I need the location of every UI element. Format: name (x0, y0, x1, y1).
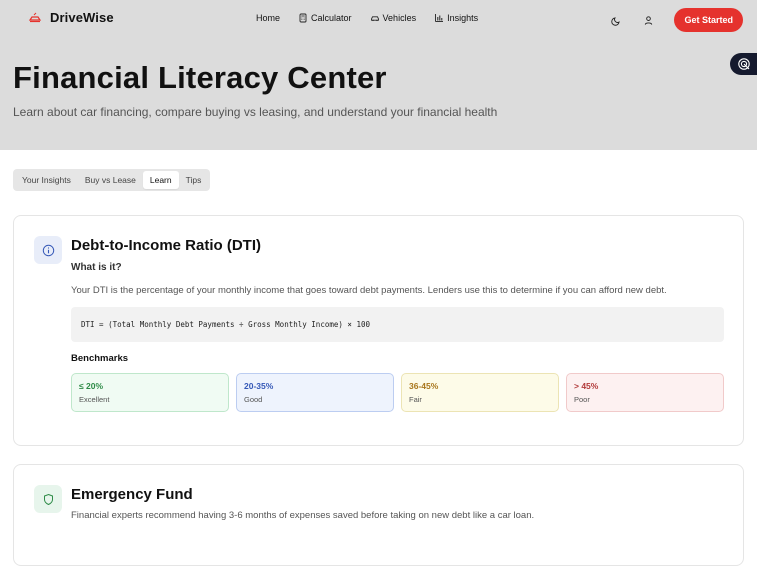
tab-bar: Your Insights Buy vs Lease Learn Tips (13, 169, 211, 191)
benchmark-label: Good (244, 395, 263, 404)
benchmark-label: Poor (574, 395, 590, 404)
brand-name: DriveWise (50, 10, 114, 25)
benchmarks-row: ≤ 20% Excellent 20-35% Good 36-45% Fair … (71, 373, 724, 412)
benchmark-range: 36-45% (409, 381, 439, 391)
nav-link-home[interactable]: Home (256, 13, 280, 23)
nav-link-label: Home (256, 13, 281, 23)
dti-description: Your DTI is the percentage of your month… (71, 285, 667, 296)
tab-your-insights[interactable]: Your Insights (15, 171, 78, 189)
emergency-title: Emergency Fund (71, 486, 193, 503)
benchmarks-label: Benchmarks (71, 353, 129, 364)
emergency-description: Financial experts recommend having 3-6 m… (71, 510, 535, 521)
benchmark-range: > 45% (574, 381, 599, 391)
account-button[interactable] (642, 14, 654, 26)
benchmark-label: Excellent (79, 395, 110, 404)
side-widget-button[interactable] (730, 53, 757, 75)
benchmark-range: 20-35% (244, 381, 274, 391)
info-icon (42, 244, 54, 256)
benchmark-label: Fair (409, 395, 422, 404)
logo-icon (28, 12, 42, 22)
bar-chart-icon (435, 14, 444, 22)
top-nav: DriveWise Home Calculator Vehicles Insig… (0, 0, 757, 40)
dti-formula: DTI = (Total Monthly Debt Payments ÷ Gro… (71, 307, 724, 342)
benchmark-range: ≤ 20% (79, 381, 104, 391)
benchmark-excellent: ≤ 20% Excellent (71, 373, 229, 412)
nav-link-insights[interactable]: Insights (434, 13, 478, 23)
benchmark-poor: > 45% Poor (566, 373, 724, 412)
nav-link-label: Calculator (311, 13, 352, 23)
user-icon (644, 15, 653, 25)
dti-icon-wrap (34, 236, 62, 264)
nav-link-label: Insights (447, 13, 479, 23)
nav-link-label: Vehicles (382, 13, 417, 23)
nav-link-calculator[interactable]: Calculator (298, 13, 352, 23)
benchmark-good: 20-35% Good (236, 373, 394, 412)
page-subtitle: Learn about car financing, compare buyin… (13, 105, 498, 119)
shield-icon (43, 493, 53, 505)
theme-toggle-button[interactable] (610, 14, 622, 26)
nav-links: Home Calculator Vehicles Insights (256, 13, 478, 23)
dti-title: Debt-to-Income Ratio (DTI) (71, 237, 261, 254)
nav-link-vehicles[interactable]: Vehicles (370, 13, 417, 23)
get-started-button[interactable]: Get Started (674, 8, 743, 32)
brand[interactable]: DriveWise (28, 10, 114, 25)
benchmark-fair: 36-45% Fair (401, 373, 559, 412)
tab-buy-vs-lease[interactable]: Buy vs Lease (78, 171, 143, 189)
car-icon (370, 16, 379, 22)
target-icon (737, 58, 750, 70)
page-title: Financial Literacy Center (13, 60, 387, 95)
dti-card: Debt-to-Income Ratio (DTI) What is it? Y… (13, 215, 744, 446)
nav-actions: Get Started (610, 8, 743, 32)
dti-what-label: What is it? (71, 262, 122, 273)
tab-learn[interactable]: Learn (142, 171, 179, 189)
emergency-fund-card: Emergency Fund Financial experts recomme… (13, 464, 744, 566)
tab-tips[interactable]: Tips (179, 171, 209, 189)
calculator-icon (299, 13, 307, 23)
moon-icon (611, 16, 620, 26)
emergency-icon-wrap (34, 485, 62, 513)
